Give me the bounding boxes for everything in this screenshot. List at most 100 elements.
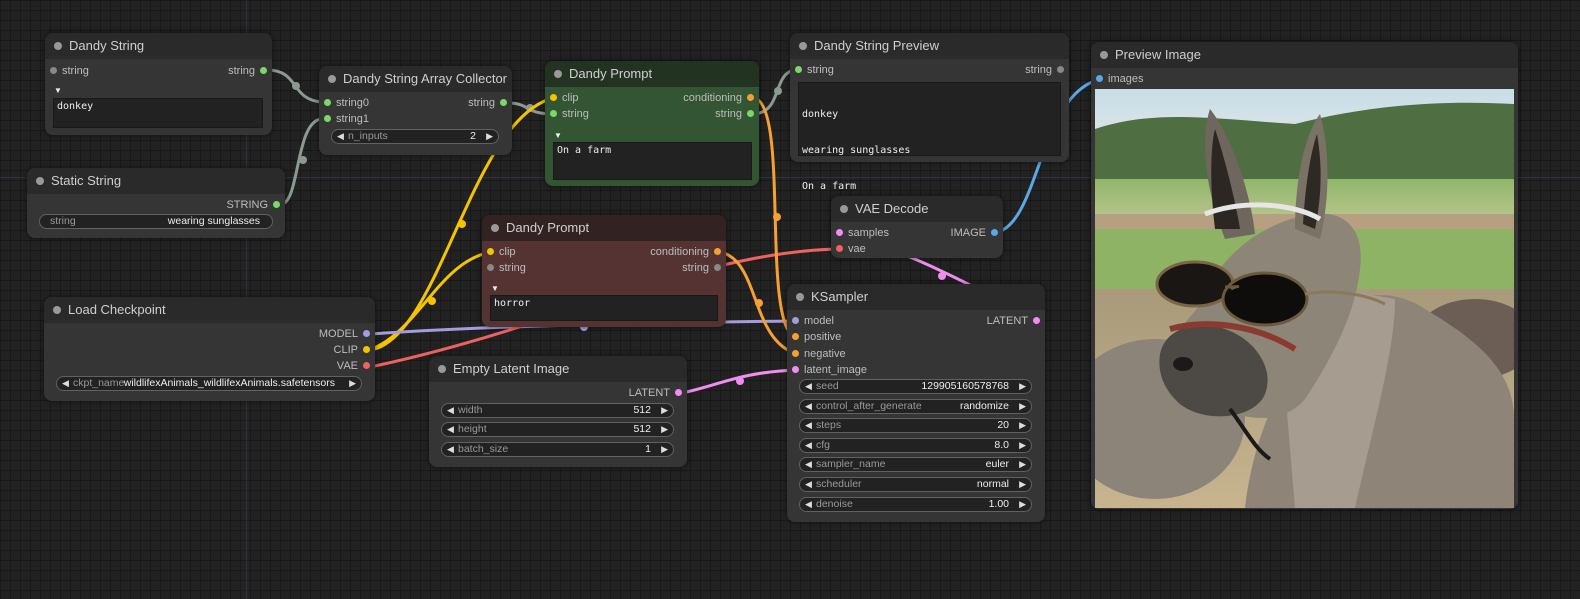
output-latent[interactable]: LATENT xyxy=(987,315,1040,327)
increment-icon[interactable]: ▶ xyxy=(661,404,668,417)
increment-icon[interactable]: ▶ xyxy=(661,423,668,436)
dandy-string-preview-node[interactable]: Dandy String Preview string string donke… xyxy=(790,33,1069,192)
steps-widget[interactable]: ◀ steps 20 ▶ xyxy=(799,418,1032,433)
collapse-dot-icon[interactable] xyxy=(554,70,562,78)
output-model[interactable]: MODEL xyxy=(319,328,370,340)
node-title[interactable]: Dandy Prompt xyxy=(482,215,726,241)
input-clip[interactable]: clip xyxy=(487,246,516,258)
input-clip[interactable]: clip xyxy=(550,92,579,104)
string-widget[interactable]: string wearing sunglasses xyxy=(39,214,273,229)
output-latent[interactable]: LATENT xyxy=(629,387,682,399)
node-title[interactable]: KSampler xyxy=(787,284,1045,310)
decrement-icon[interactable]: ◀ xyxy=(447,423,454,436)
cfg-widget[interactable]: ◀ cfg 8.0 ▶ xyxy=(799,438,1032,453)
increment-icon[interactable]: ▶ xyxy=(1019,419,1026,432)
output-vae[interactable]: VAE xyxy=(337,360,370,372)
denoise-widget[interactable]: ◀ denoise 1.00 ▶ xyxy=(799,497,1032,512)
dandy-prompt-negative-node[interactable]: Dandy Prompt clip string conditioning st… xyxy=(482,215,726,327)
node-title[interactable]: VAE Decode xyxy=(831,196,1003,222)
node-title[interactable]: Dandy String Preview xyxy=(790,33,1069,59)
collapse-dot-icon[interactable] xyxy=(491,224,499,232)
collapse-dot-icon[interactable] xyxy=(799,42,807,50)
collapse-dot-icon[interactable] xyxy=(1100,51,1108,59)
ckpt-name-widget[interactable]: ◀ ckpt_name wildlifexAnimals_wildlifexAnim… xyxy=(56,376,362,391)
decrement-icon[interactable]: ◀ xyxy=(805,458,812,471)
input-string1[interactable]: string1 xyxy=(324,113,369,125)
n-inputs-widget[interactable]: ◀ n_inputs 2 ▶ xyxy=(331,129,499,144)
output-string[interactable]: string xyxy=(468,97,507,109)
collapse-dot-icon[interactable] xyxy=(36,177,44,185)
next-icon[interactable]: ▶ xyxy=(349,377,356,390)
decrement-icon[interactable]: ◀ xyxy=(447,404,454,417)
increment-icon[interactable]: ▶ xyxy=(1019,498,1026,511)
output-string[interactable]: string xyxy=(1025,64,1064,76)
input-positive[interactable]: positive xyxy=(792,331,841,343)
node-title[interactable]: Empty Latent Image xyxy=(429,356,687,382)
width-widget[interactable]: ◀ width 512 ▶ xyxy=(441,403,674,418)
preview-image[interactable] xyxy=(1095,89,1514,508)
increment-icon[interactable]: ▶ xyxy=(1019,439,1026,452)
input-string[interactable]: string xyxy=(50,65,89,77)
collapse-dot-icon[interactable] xyxy=(53,306,61,314)
node-title[interactable]: Dandy String Array Collector xyxy=(319,66,512,92)
decrement-icon[interactable]: ◀ xyxy=(337,130,344,143)
input-string0[interactable]: string0 xyxy=(324,97,369,109)
output-conditioning[interactable]: conditioning xyxy=(683,92,754,104)
node-title[interactable]: Dandy String xyxy=(45,33,272,59)
dandy-string-node[interactable]: Dandy String string string ▼ donkey xyxy=(45,33,272,135)
node-title[interactable]: Static String xyxy=(27,168,285,194)
output-clip[interactable]: CLIP xyxy=(334,344,370,356)
string-array-collector-node[interactable]: Dandy String Array Collector string0 str… xyxy=(319,66,512,155)
static-string-node[interactable]: Static String STRING string wearing sungl… xyxy=(27,168,285,238)
increment-icon[interactable]: ▶ xyxy=(486,130,493,143)
output-string[interactable]: string xyxy=(715,108,754,120)
prompt-text-area[interactable]: horror xyxy=(490,295,718,321)
height-widget[interactable]: ◀ height 512 ▶ xyxy=(441,422,674,437)
input-samples[interactable]: samples xyxy=(836,227,889,239)
vae-decode-node[interactable]: VAE Decode samples vae IMAGE xyxy=(831,196,1003,258)
text-area[interactable]: donkey xyxy=(53,98,263,128)
increment-icon[interactable]: ▶ xyxy=(1019,478,1026,491)
ksampler-node[interactable]: KSampler model positive negative latent_… xyxy=(787,284,1045,522)
input-vae[interactable]: vae xyxy=(836,243,866,255)
collapse-dot-icon[interactable] xyxy=(438,365,446,373)
output-conditioning[interactable]: conditioning xyxy=(650,246,721,258)
input-negative[interactable]: negative xyxy=(792,348,846,360)
collapse-dot-icon[interactable] xyxy=(796,293,804,301)
decrement-icon[interactable]: ◀ xyxy=(805,439,812,452)
decrement-icon[interactable]: ◀ xyxy=(805,400,812,413)
scheduler-widget[interactable]: ◀ scheduler normal ▶ xyxy=(799,477,1032,492)
sampler-name-widget[interactable]: ◀ sampler_name euler ▶ xyxy=(799,457,1032,472)
input-string[interactable]: string xyxy=(550,108,589,120)
increment-icon[interactable]: ▶ xyxy=(1019,380,1026,393)
decrement-icon[interactable]: ◀ xyxy=(805,380,812,393)
collapse-dot-icon[interactable] xyxy=(328,75,336,83)
node-title[interactable]: Dandy Prompt xyxy=(545,61,759,87)
input-string[interactable]: string xyxy=(487,262,526,274)
output-string[interactable]: STRING xyxy=(226,199,280,211)
dandy-prompt-positive-node[interactable]: Dandy Prompt clip string conditioning st… xyxy=(545,61,759,186)
prev-icon[interactable]: ◀ xyxy=(62,377,69,390)
node-title[interactable]: Load Checkpoint xyxy=(44,297,375,323)
prompt-text-area[interactable]: On a farm xyxy=(553,142,752,180)
input-string[interactable]: string xyxy=(795,64,834,76)
input-model[interactable]: model xyxy=(792,315,834,327)
output-string[interactable]: string xyxy=(228,65,267,77)
seed-widget[interactable]: ◀ seed 129905160578768 ▶ xyxy=(799,379,1032,394)
empty-latent-image-node[interactable]: Empty Latent Image LATENT ◀ width 512 ▶ ◀ he… xyxy=(429,356,687,467)
node-title[interactable]: Preview Image xyxy=(1091,42,1518,68)
decrement-icon[interactable]: ◀ xyxy=(805,498,812,511)
increment-icon[interactable]: ▶ xyxy=(1019,400,1026,413)
decrement-icon[interactable]: ◀ xyxy=(447,443,454,456)
preview-image-node[interactable]: Preview Image images xyxy=(1091,42,1518,509)
input-latent-image[interactable]: latent_image xyxy=(792,364,867,376)
decrement-icon[interactable]: ◀ xyxy=(805,419,812,432)
collapse-dot-icon[interactable] xyxy=(840,205,848,213)
control-after-generate-widget[interactable]: ◀ control_after_generate randomize ▶ xyxy=(799,399,1032,414)
batch-size-widget[interactable]: ◀ batch_size 1 ▶ xyxy=(441,442,674,457)
input-images[interactable]: images xyxy=(1096,73,1143,85)
preview-text-area[interactable]: donkey wearing sunglasses On a farm xyxy=(798,82,1061,192)
output-string[interactable]: string xyxy=(682,262,721,274)
increment-icon[interactable]: ▶ xyxy=(1019,458,1026,471)
decrement-icon[interactable]: ◀ xyxy=(805,478,812,491)
